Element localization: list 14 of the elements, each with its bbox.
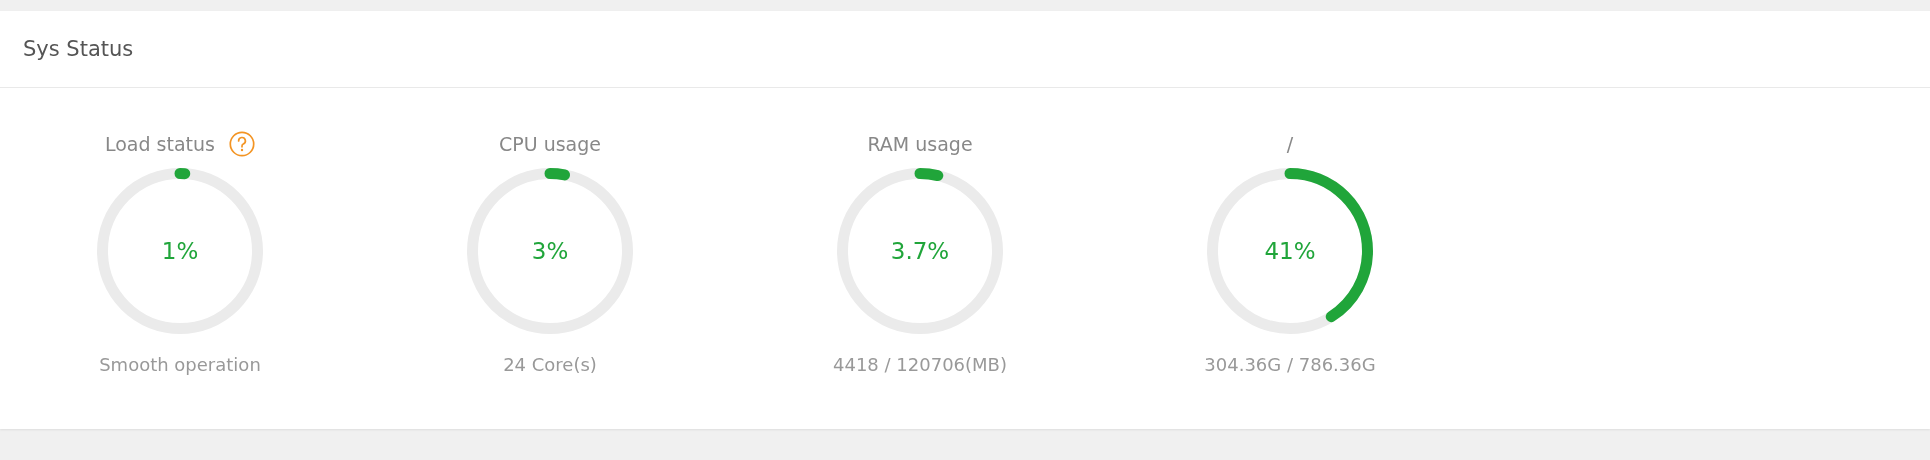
gauge-value: 3.7% xyxy=(890,238,950,264)
help-icon[interactable] xyxy=(229,131,255,157)
gauge-detail: 304.36G / 786.36G xyxy=(1204,354,1376,375)
gauge-detail: 4418 / 120706(MB) xyxy=(833,354,1007,375)
gauge-value: 1% xyxy=(161,238,199,264)
gauge-label: / xyxy=(1286,133,1294,155)
gauge-detail: Smooth operation xyxy=(99,354,261,375)
gauge-label: Load status xyxy=(105,133,215,155)
gauge-value: 3% xyxy=(531,238,569,264)
gauge-label: RAM usage xyxy=(867,133,973,155)
gauge-value: 41% xyxy=(1264,238,1316,264)
gauge-label: CPU usage xyxy=(499,133,601,155)
panel-title: Sys Status xyxy=(23,37,134,61)
gauge-detail: 24 Core(s) xyxy=(503,354,597,375)
